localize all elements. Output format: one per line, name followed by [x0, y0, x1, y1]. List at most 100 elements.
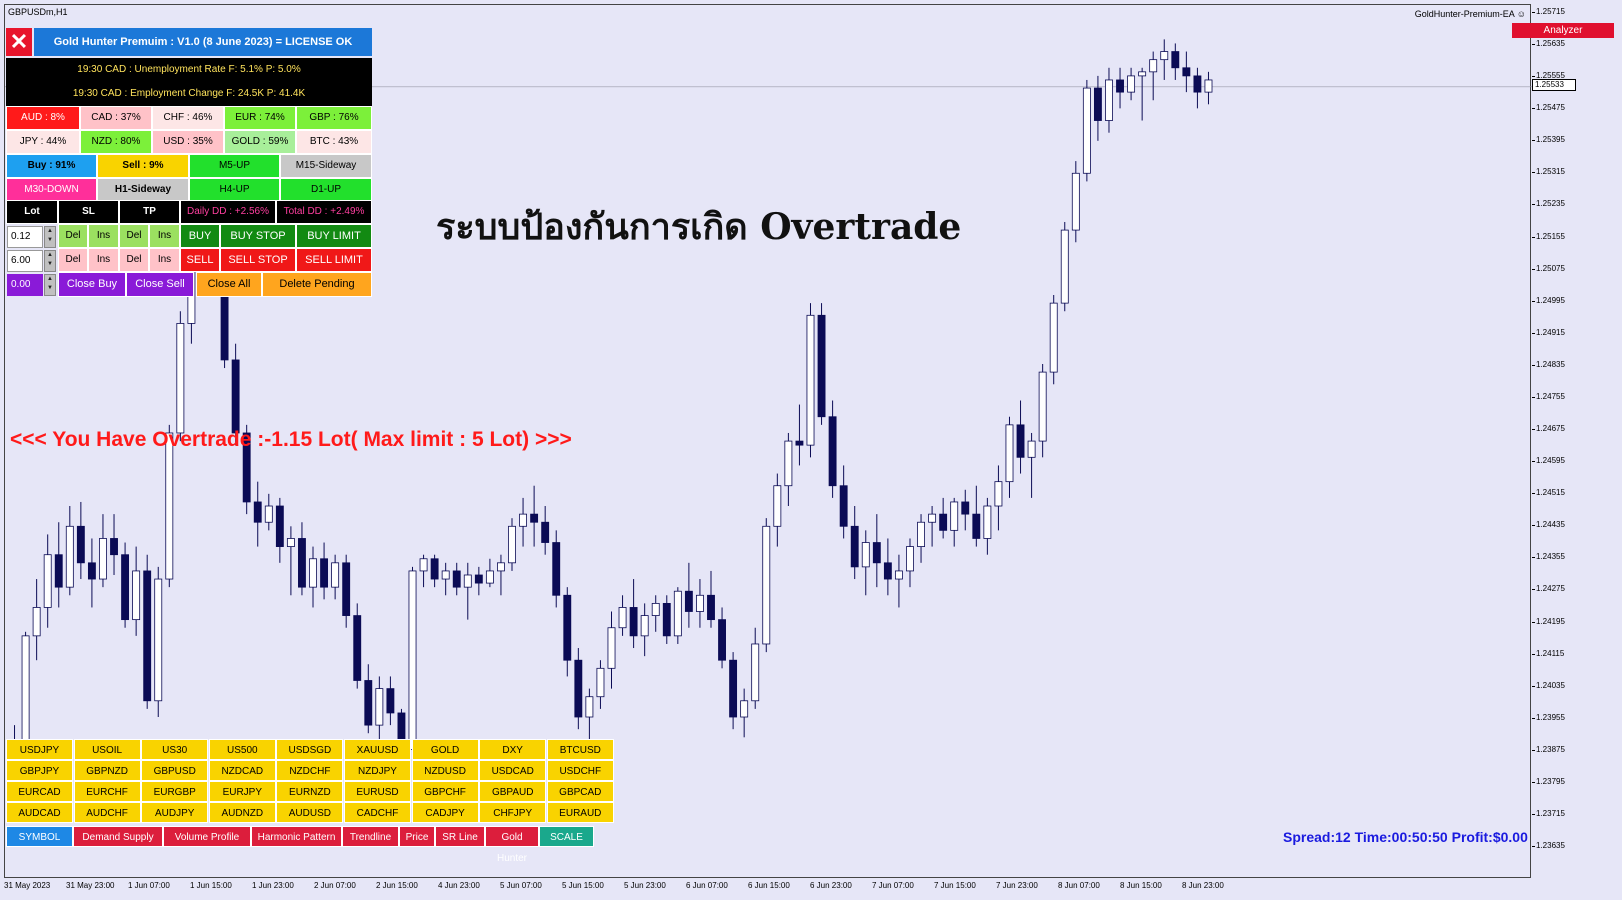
symbol-button-dxy[interactable]: DXY	[479, 739, 547, 760]
symbol-button-usoil[interactable]: USOIL	[73, 739, 141, 760]
sl-del-button[interactable]: Del	[58, 224, 88, 248]
symbol-button-usdchf[interactable]: USDCHF	[546, 760, 614, 781]
candle	[375, 676, 384, 746]
candle	[1116, 67, 1124, 109]
symbol-button-eurusd[interactable]: EURUSD	[344, 781, 411, 802]
arrow-up-icon[interactable]: ▲	[45, 275, 55, 284]
candle	[54, 522, 63, 608]
buy-limit-button[interactable]: BUY LIMIT	[296, 224, 372, 248]
symbol-button-xauusd[interactable]: XAUUSD	[344, 739, 411, 760]
symbol-button-gbpchf[interactable]: GBPCHF	[411, 781, 479, 802]
buy-button[interactable]: BUY	[180, 224, 220, 248]
candle	[906, 538, 914, 588]
candle	[121, 542, 130, 628]
close-sell-button[interactable]: Close Sell	[126, 272, 194, 297]
symbol-button-eurjpy[interactable]: EURJPY	[208, 781, 276, 802]
sl-ins-button-2[interactable]: Ins	[88, 248, 119, 272]
symbol-button-us500[interactable]: US500	[208, 739, 276, 760]
lot-input[interactable]: 0.12	[7, 226, 43, 248]
tp-del-button[interactable]: Del	[119, 224, 149, 248]
time-tick-label: 31 May 2023	[4, 881, 51, 890]
sell-limit-button[interactable]: SELL LIMIT	[296, 248, 372, 272]
toolbar-button-harmonic-pattern[interactable]: Harmonic Pattern	[251, 826, 342, 847]
sl-ins-button[interactable]: Ins	[88, 224, 119, 248]
signal-cell: M30-DOWN	[6, 178, 97, 202]
tp-ins-button-2[interactable]: Ins	[149, 248, 180, 272]
sl-input[interactable]: 6.00	[7, 250, 43, 272]
sell-button[interactable]: SELL	[180, 248, 220, 272]
arrow-down-icon[interactable]: ▼	[45, 284, 55, 293]
candle	[839, 465, 848, 539]
toolbar-button-gold-hunter[interactable]: Gold Hunter	[485, 826, 539, 864]
toolbar-button-symbol[interactable]: SYMBOL	[6, 826, 73, 847]
candle	[154, 566, 163, 718]
tp-ins-button[interactable]: Ins	[149, 224, 180, 248]
buy-stop-button[interactable]: BUY STOP	[220, 224, 296, 248]
symbol-button-usdcad[interactable]: USDCAD	[479, 760, 547, 781]
sl-stepper[interactable]: ▲ ▼	[44, 250, 56, 272]
close-buy-button[interactable]: Close Buy	[58, 272, 126, 297]
lot-stepper[interactable]: ▲ ▼	[44, 226, 56, 248]
toolbar-button-volume-profile[interactable]: Volume Profile	[163, 826, 251, 847]
symbol-button-eurchf[interactable]: EURCHF	[73, 781, 141, 802]
symbol-button-audchf[interactable]: AUDCHF	[73, 802, 141, 823]
arrow-up-icon[interactable]: ▲	[45, 227, 55, 236]
tp-input[interactable]: 0.00	[7, 274, 43, 296]
arrow-up-icon[interactable]: ▲	[45, 251, 55, 260]
close-icon[interactable]: ✕	[6, 28, 32, 56]
symbol-button-nzdchf[interactable]: NZDCHF	[276, 760, 344, 781]
symbol-button-gbpjpy[interactable]: GBPJPY	[6, 760, 73, 781]
symbol-button-audnzd[interactable]: AUDNZD	[208, 802, 276, 823]
candle	[917, 514, 925, 563]
news-item: 19:30 CAD : Unemployment Rate F: 5.1% P:…	[6, 58, 372, 82]
chart-symbol-title: GBPUSDm,H1	[8, 7, 68, 17]
arrow-down-icon[interactable]: ▼	[45, 236, 55, 245]
symbol-button-nzdcad[interactable]: NZDCAD	[208, 760, 276, 781]
symbol-button-eurnzd[interactable]: EURNZD	[276, 781, 344, 802]
close-all-button[interactable]: Close All	[196, 272, 262, 297]
ea-panel: ✕ Gold Hunter Premuim : V1.0 (8 June 202…	[6, 28, 372, 299]
chart-window[interactable]: GBPUSDm,H1 GoldHunter-Premium-EA ☺ Analy…	[0, 0, 1622, 900]
symbol-button-audcad[interactable]: AUDCAD	[6, 802, 73, 823]
toolbar-button-sr-line[interactable]: SR Line	[435, 826, 485, 847]
candle	[1149, 51, 1158, 101]
symbol-button-gbpcad[interactable]: GBPCAD	[546, 781, 614, 802]
symbol-button-cadjpy[interactable]: CADJPY	[411, 802, 479, 823]
symbol-button-chfjpy[interactable]: CHFJPY	[479, 802, 547, 823]
symbol-button-cadchf[interactable]: CADCHF	[344, 802, 411, 823]
symbol-button-gold[interactable]: GOLD	[411, 739, 479, 760]
sl-del-button-2[interactable]: Del	[58, 248, 88, 272]
symbol-button-euraud[interactable]: EURAUD	[546, 802, 614, 823]
price-tick-label: 1.24995	[1532, 295, 1565, 305]
symbol-button-gbpaud[interactable]: GBPAUD	[479, 781, 547, 802]
symbol-button-btcusd[interactable]: BTCUSD	[546, 739, 614, 760]
toolbar-button-trendline[interactable]: Trendline	[342, 826, 399, 847]
candle	[872, 514, 881, 588]
sell-stop-button[interactable]: SELL STOP	[220, 248, 296, 272]
symbol-button-audjpy[interactable]: AUDJPY	[141, 802, 209, 823]
tp-stepper[interactable]: ▲ ▼	[44, 274, 56, 296]
symbol-button-gbpnzd[interactable]: GBPNZD	[73, 760, 141, 781]
symbol-button-audusd[interactable]: AUDUSD	[276, 802, 344, 823]
symbol-button-eurgbp[interactable]: EURGBP	[141, 781, 209, 802]
symbol-button-us30[interactable]: US30	[141, 739, 209, 760]
candle	[353, 603, 362, 689]
symbol-button-eurcad[interactable]: EURCAD	[6, 781, 73, 802]
symbol-button-nzdusd[interactable]: NZDUSD	[411, 760, 479, 781]
toolbar-button-demand-supply[interactable]: Demand Supply	[73, 826, 163, 847]
time-axis: 31 May 2023 31 May 23:00 1 Jun 07:00 1 Jun …	[0, 878, 1532, 900]
symbol-button-gbpusd[interactable]: GBPUSD	[141, 760, 209, 781]
toolbar-button-price[interactable]: Price	[399, 826, 435, 847]
currency-strength-cell: CHF : 46%	[152, 106, 224, 130]
tp-del-button-2[interactable]: Del	[119, 248, 149, 272]
symbol-button-nzdjpy[interactable]: NZDJPY	[344, 760, 411, 781]
candle	[32, 579, 41, 661]
toolbar-button-scale[interactable]: SCALE	[539, 826, 594, 847]
arrow-down-icon[interactable]: ▼	[45, 260, 55, 269]
candle	[364, 664, 373, 734]
candle	[463, 562, 472, 620]
symbol-button-usdsgd[interactable]: USDSGD	[276, 739, 344, 760]
price-tick-label: 1.25315	[1532, 167, 1565, 177]
symbol-button-usdjpy[interactable]: USDJPY	[6, 739, 73, 760]
delete-pending-button[interactable]: Delete Pending	[262, 272, 372, 297]
